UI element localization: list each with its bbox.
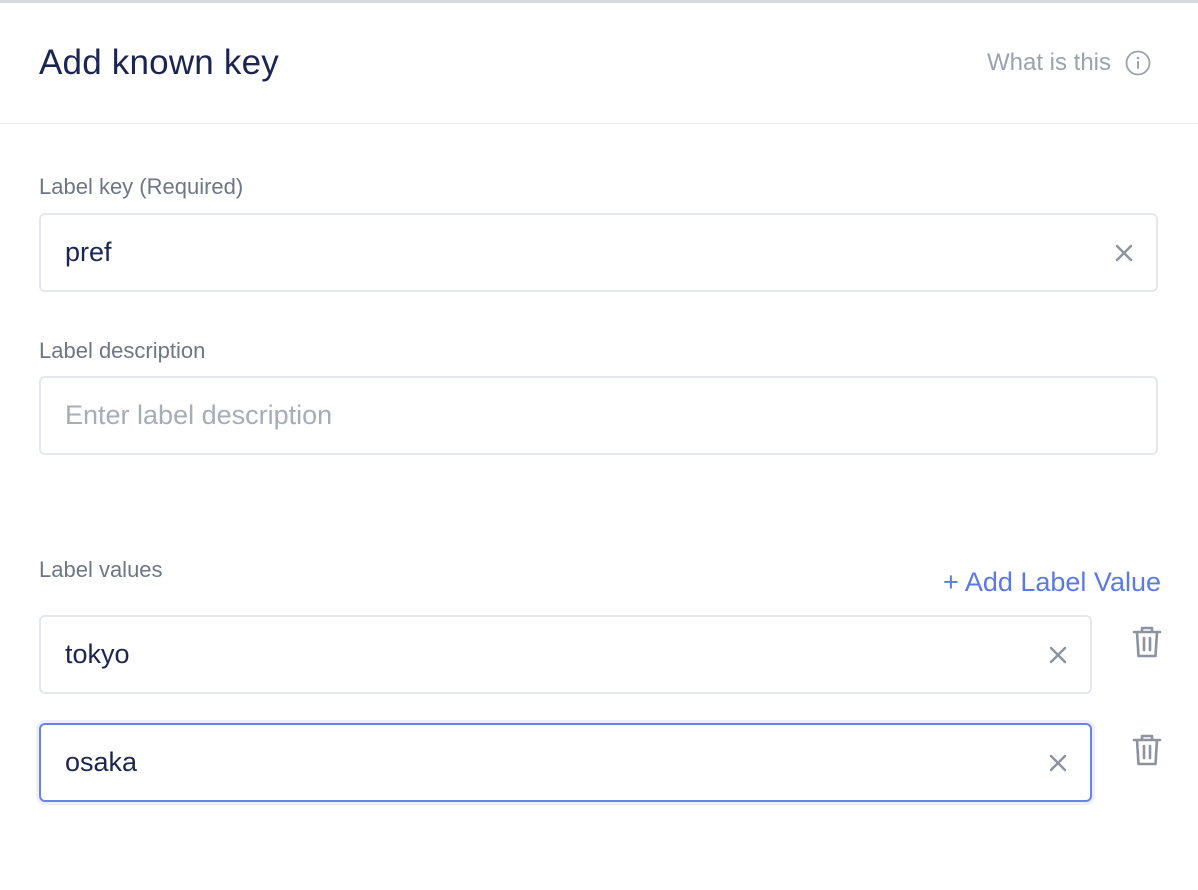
trash-icon[interactable] [1131, 732, 1163, 768]
close-icon[interactable] [1114, 243, 1134, 263]
dialog-header: Add known key What is this [0, 3, 1198, 124]
label-description-label: Label description [39, 338, 206, 363]
label-description-placeholder: Enter label description [65, 400, 333, 430]
add-label-value-button[interactable]: + Add Label Value [943, 567, 1161, 598]
label-key-label: Label key (Required) [39, 174, 244, 199]
close-icon[interactable] [1048, 645, 1068, 665]
what-is-this-label: What is this [986, 49, 1111, 76]
trash-icon[interactable] [1131, 624, 1163, 660]
label-description-input[interactable]: Enter label description [39, 376, 1158, 455]
label-value-input-1[interactable]: tokyo [39, 615, 1092, 694]
info-icon [1125, 50, 1151, 76]
label-value-input-2[interactable]: osaka [39, 723, 1092, 802]
label-value-text[interactable]: tokyo [65, 639, 130, 670]
label-key-input[interactable]: pref [39, 213, 1158, 292]
label-values-label: Label values [39, 557, 163, 582]
label-value-text[interactable]: osaka [65, 747, 137, 778]
close-icon[interactable] [1048, 753, 1068, 773]
what-is-this-link[interactable]: What is this [987, 49, 1151, 77]
label-key-value[interactable]: pref [65, 237, 112, 268]
page-title: Add known key [39, 43, 279, 82]
